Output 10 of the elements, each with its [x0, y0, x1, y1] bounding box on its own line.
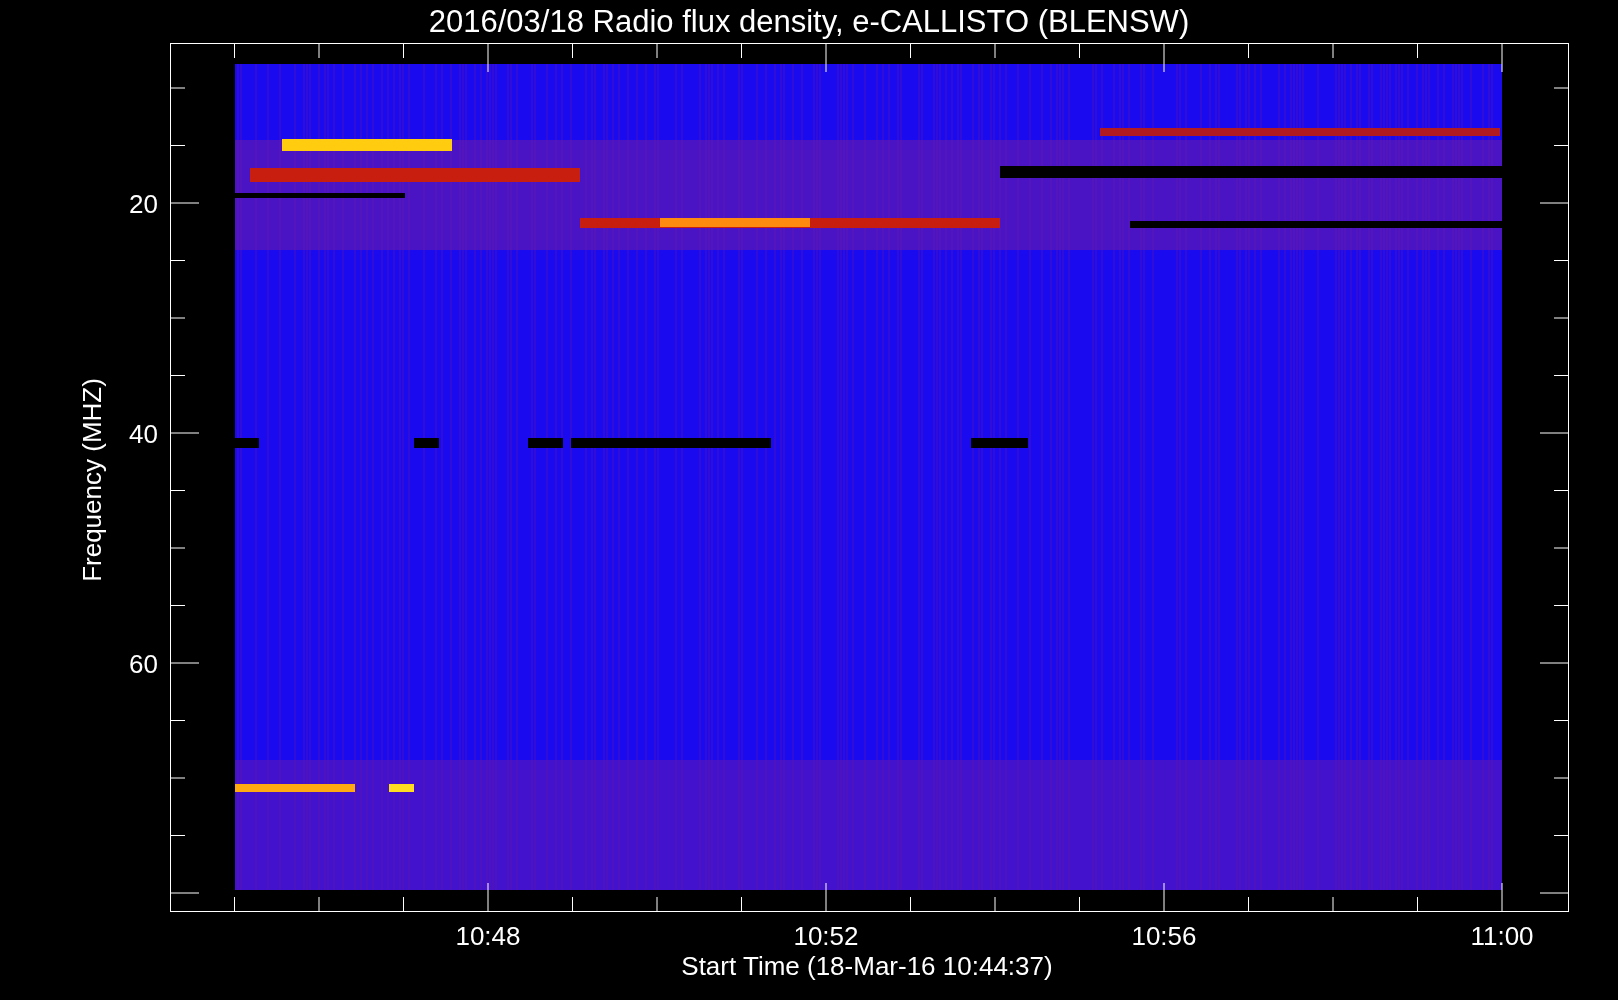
x-axis-title: Start Time (18-Mar-16 10:44:37)	[681, 951, 1053, 981]
x-tick-label: 10:56	[1131, 921, 1197, 951]
y-tick-label: 40	[129, 419, 158, 449]
x-tick-label: 10:48	[455, 921, 521, 951]
y-tick-label: 20	[129, 189, 158, 219]
y-tick-label: 60	[129, 649, 158, 679]
x-tick-label: 10:52	[793, 921, 859, 951]
plot-title: 2016/03/18 Radio flux density, e-CALLISTO (BLENSW)	[428, 4, 1190, 39]
y-axis-title: Frequency (MHZ)	[77, 378, 107, 582]
x-tick-label: 11:00	[1470, 921, 1534, 951]
